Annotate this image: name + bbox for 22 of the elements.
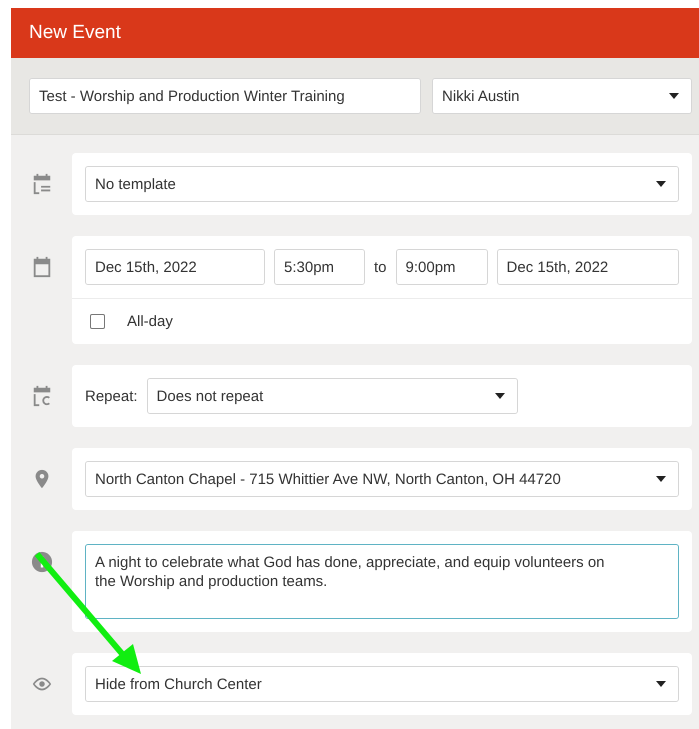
select-field[interactable]: No template bbox=[85, 166, 679, 202]
to-label: to bbox=[374, 258, 387, 276]
select-field[interactable]: North Canton Chapel - 715 Whittier Ave NW, North Canton, OH 44720 bbox=[85, 461, 679, 497]
caret-icon bbox=[656, 181, 666, 187]
select-field[interactable]: Hide from Church Center bbox=[85, 666, 679, 702]
end-date-field[interactable]: Dec 15th, 2022 bbox=[496, 249, 679, 285]
all-day-label: All-day bbox=[127, 313, 173, 330]
repeat-label: Repeat: bbox=[85, 388, 138, 404]
start-date-field[interactable]: Dec 15th, 2022 bbox=[85, 249, 265, 285]
owner-select[interactable]: Nikki Austin bbox=[432, 78, 692, 114]
caret-icon bbox=[656, 476, 666, 482]
end-time-field[interactable]: 9:00pm bbox=[396, 249, 488, 285]
start-time-field[interactable]: 5:30pm bbox=[274, 249, 365, 285]
header-title: New Event bbox=[29, 22, 121, 44]
checkbox[interactable] bbox=[90, 314, 105, 329]
caret-icon bbox=[656, 681, 666, 687]
event-title-field[interactable]: Test - Worship and Production Winter Training bbox=[29, 78, 421, 114]
repeat-select[interactable]: Does not repeat bbox=[146, 378, 518, 414]
caret-icon bbox=[669, 93, 679, 99]
info-icon bbox=[30, 551, 52, 573]
description-field[interactable]: A night to celebrate what God has done, appreciate, and equip volunteers on the Worship and production teams. bbox=[85, 544, 679, 619]
caret-icon bbox=[494, 393, 505, 399]
